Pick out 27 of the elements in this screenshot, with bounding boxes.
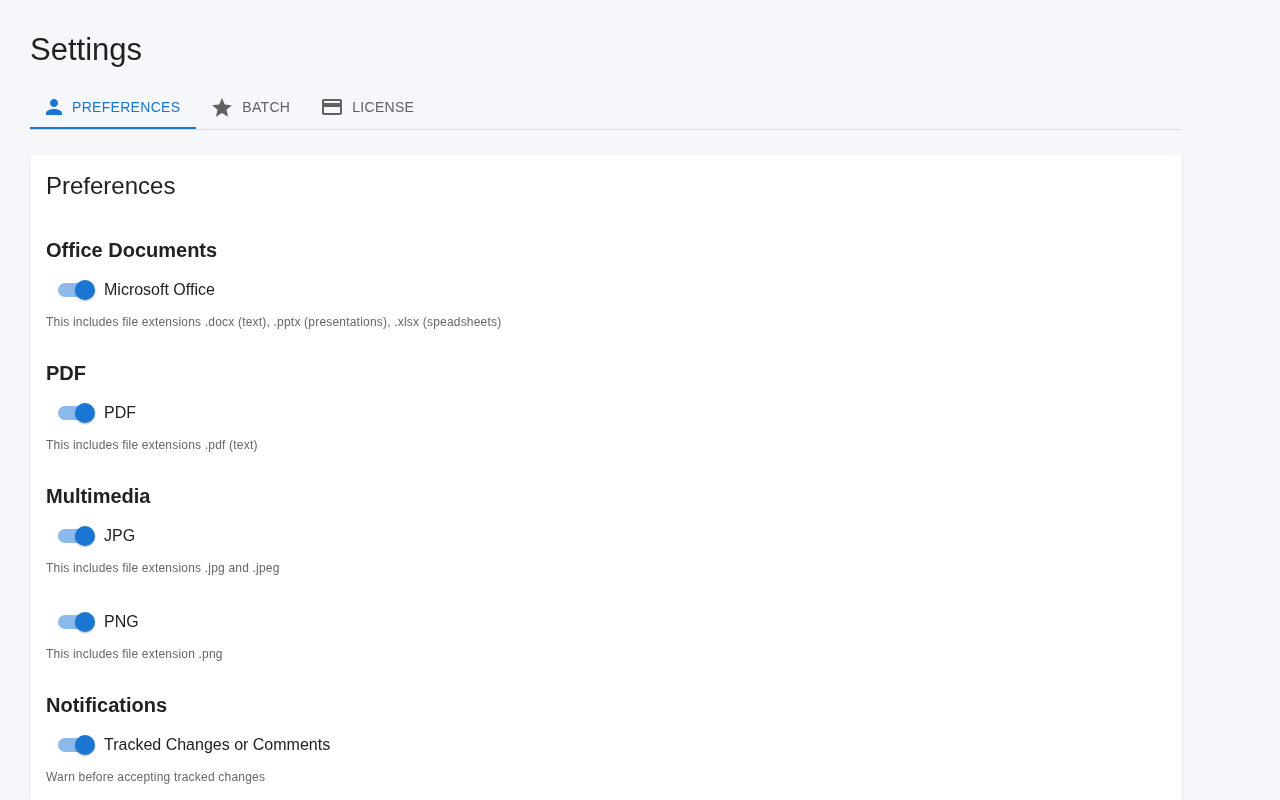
panel-title: Preferences [46,171,176,201]
option-description: This includes file extensions .jpg and .jpeg [46,560,280,577]
person-icon [46,99,62,115]
page-title: Settings [30,31,142,69]
credit-card-icon [322,99,343,115]
toggle-switch[interactable] [58,735,95,755]
toggle-switch[interactable] [58,280,95,300]
option-label: Tracked Changes or Comments [104,735,331,755]
toggle-switch[interactable] [58,403,95,423]
star-icon [212,97,233,117]
option-description: Warn before accepting tracked changes [46,769,266,786]
toggle-switch[interactable] [58,612,95,632]
option-description: This includes file extensions .pdf (text) [46,437,258,454]
option-label: Microsoft Office [104,280,215,300]
toggle-switch[interactable] [58,526,95,546]
option-description: This includes file extension .png [46,646,223,663]
section-heading: Multimedia [46,484,151,509]
section-heading: Office Documents [46,238,218,263]
tab[interactable]: PREFERENCES [30,87,197,129]
section-heading: Notifications [46,693,168,718]
option-description: This includes file extensions .docx (text), .pptx (presentations), .xlsx (speadsheets) [46,314,502,331]
tab[interactable]: LICENSE [306,87,431,129]
option-label: PNG [104,612,139,632]
option-label: PDF [104,403,136,423]
section-heading: PDF [46,361,86,386]
tab[interactable]: BATCH [196,87,307,129]
option-label: JPG [104,526,136,546]
